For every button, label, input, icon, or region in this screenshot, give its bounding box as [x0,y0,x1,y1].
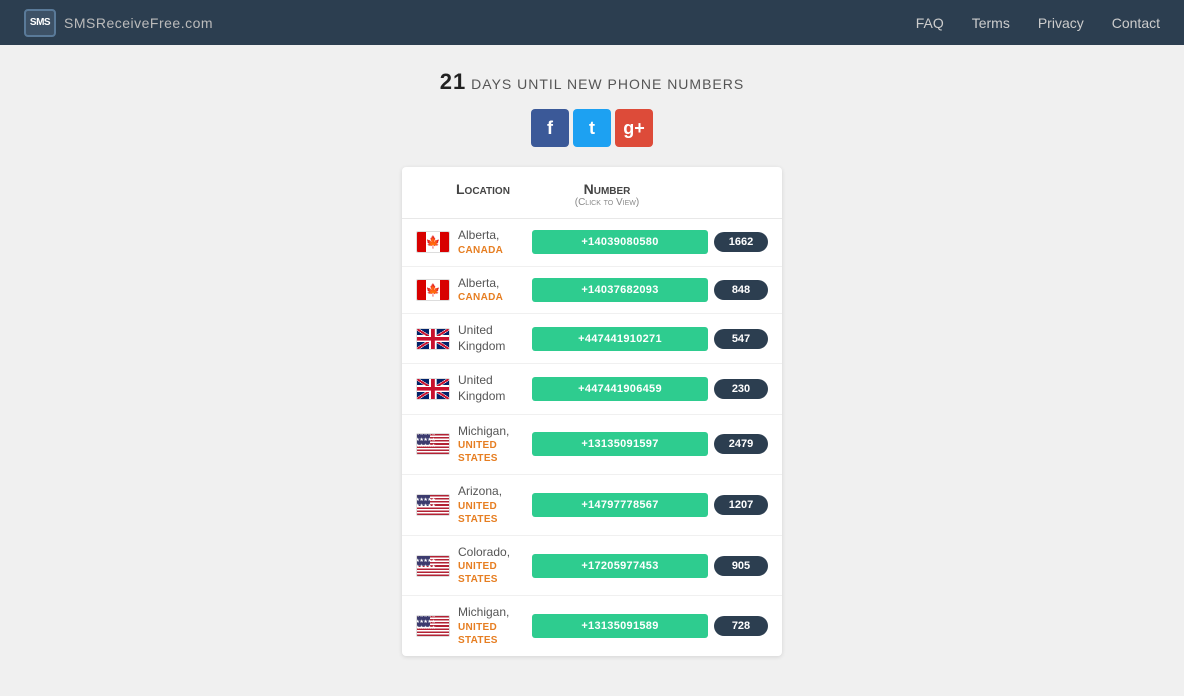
main-nav: FAQ Terms Privacy Contact [916,15,1160,31]
countdown-label: DAYS UNTIL NEW PHONE NUMBERS [471,76,744,92]
table-row: 🍁 Alberta, CANADA +14039080580 1662 [402,219,782,267]
nav-faq[interactable]: FAQ [916,15,944,31]
col-header-number: Number (Click to View) [538,181,676,208]
flag-uk [416,378,450,400]
click-to-view-label: (Click to View) [538,197,676,208]
location-cell: United Kingdom [416,373,526,404]
logo-text: SMSReceiveFree.com [64,12,213,33]
phone-number-button[interactable]: +13135091597 [532,432,708,456]
message-count-badge: 1662 [714,232,768,252]
location-name: Alberta, CANADA [458,228,503,257]
location-cell: ★★★★★★★★★★★★★★★★★★ Colorado, UNITED STAT… [416,545,526,587]
flag-uk [416,328,450,350]
phone-number-button[interactable]: +14797778567 [532,493,708,517]
message-count-badge: 547 [714,329,768,349]
phone-number-button[interactable]: +447441910271 [532,327,708,351]
main-content: 21 DAYS UNTIL NEW PHONE NUMBERS f t g+ L… [0,45,1184,696]
table-rows: 🍁 Alberta, CANADA +14039080580 1662 🍁 Al… [402,219,782,656]
phone-number-button[interactable]: +14039080580 [532,230,708,254]
phone-number-button[interactable]: +13135091589 [532,614,708,638]
location-name: Arizona, UNITED STATES [458,484,526,526]
flag-us: ★★★★★★★★★★★★★★★★★★ [416,433,450,455]
facebook-button[interactable]: f [531,109,569,147]
nav-privacy[interactable]: Privacy [1038,15,1084,31]
col-header-location: Location [420,181,530,208]
table-row: ★★★★★★★★★★★★★★★★★★ Michigan, UNITED STAT… [402,415,782,476]
nav-terms[interactable]: Terms [972,15,1010,31]
message-count-badge: 1207 [714,495,768,515]
location-cell: 🍁 Alberta, CANADA [416,276,526,305]
table-row: ★★★★★★★★★★★★★★★★★★ Michigan, UNITED STAT… [402,596,782,656]
logo: SMS SMSReceiveFree.com [24,9,213,37]
location-name: United Kingdom [458,323,526,354]
table-header: Location Number (Click to View) [402,167,782,219]
table-row: ★★★★★★★★★★★★★★★★★★ Colorado, UNITED STAT… [402,536,782,597]
table-row: United Kingdom +447441906459 230 [402,364,782,414]
flag-us: ★★★★★★★★★★★★★★★★★★ [416,615,450,637]
phone-number-button[interactable]: +447441906459 [532,377,708,401]
flag-us: ★★★★★★★★★★★★★★★★★★ [416,555,450,577]
country-label: CANADA [458,244,503,257]
flag-us: ★★★★★★★★★★★★★★★★★★ [416,494,450,516]
countdown-bar: 21 DAYS UNTIL NEW PHONE NUMBERS [440,69,744,95]
message-count-badge: 2479 [714,434,768,454]
phone-number-button[interactable]: +17205977453 [532,554,708,578]
table-row: ★★★★★★★★★★★★★★★★★★ Arizona, UNITED STATE… [402,475,782,536]
message-count-badge: 230 [714,379,768,399]
location-name: Michigan, UNITED STATES [458,424,526,466]
phone-number-button[interactable]: +14037682093 [532,278,708,302]
country-label: UNITED STATES [458,439,526,465]
flag-canada: 🍁 [416,231,450,253]
location-cell: United Kingdom [416,323,526,354]
location-cell: ★★★★★★★★★★★★★★★★★★ Michigan, UNITED STAT… [416,605,526,647]
numbers-table: Location Number (Click to View) 🍁 Albert… [402,167,782,656]
country-label: UNITED STATES [458,500,526,526]
site-header: SMS SMSReceiveFree.com FAQ Terms Privacy… [0,0,1184,45]
message-count-badge: 848 [714,280,768,300]
location-name: Michigan, UNITED STATES [458,605,526,647]
message-count-badge: 728 [714,616,768,636]
flag-canada: 🍁 [416,279,450,301]
message-count-badge: 905 [714,556,768,576]
table-row: 🍁 Alberta, CANADA +14037682093 848 [402,267,782,315]
location-cell: ★★★★★★★★★★★★★★★★★★ Arizona, UNITED STATE… [416,484,526,526]
country-label: CANADA [458,291,503,304]
nav-contact[interactable]: Contact [1112,15,1160,31]
location-cell: 🍁 Alberta, CANADA [416,228,526,257]
social-buttons: f t g+ [531,109,653,147]
countdown-days: 21 [440,69,466,94]
country-label: UNITED STATES [458,560,526,586]
logo-icon: SMS [24,9,56,37]
table-row: United Kingdom +447441910271 547 [402,314,782,364]
google-button[interactable]: g+ [615,109,653,147]
twitter-button[interactable]: t [573,109,611,147]
location-name: United Kingdom [458,373,526,404]
location-name: Colorado, UNITED STATES [458,545,526,587]
location-cell: ★★★★★★★★★★★★★★★★★★ Michigan, UNITED STAT… [416,424,526,466]
country-label: UNITED STATES [458,621,526,647]
location-name: Alberta, CANADA [458,276,503,305]
